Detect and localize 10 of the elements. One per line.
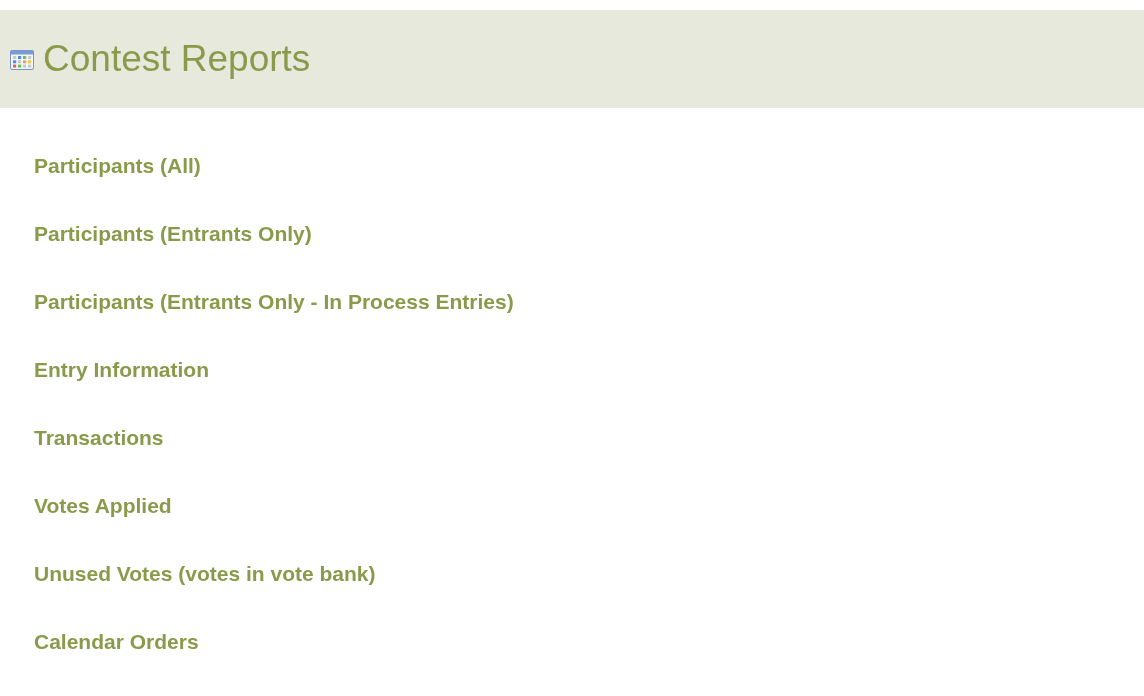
page-title: Contest Reports — [43, 38, 311, 80]
report-link[interactable]: Participants (Entrants Only - In Process Entries) — [34, 288, 514, 316]
report-link[interactable]: Unused Votes (votes in vote bank) — [34, 560, 376, 588]
report-link[interactable]: Votes Applied — [34, 492, 172, 520]
calendar-icon — [10, 50, 34, 70]
report-link[interactable]: Entry Information — [34, 356, 209, 384]
report-link[interactable]: Participants (Entrants Only) — [34, 220, 312, 248]
report-link[interactable]: Transactions — [34, 424, 164, 452]
report-link[interactable]: Calendar Orders — [34, 628, 199, 656]
report-link[interactable]: Participants (All) — [34, 152, 201, 180]
